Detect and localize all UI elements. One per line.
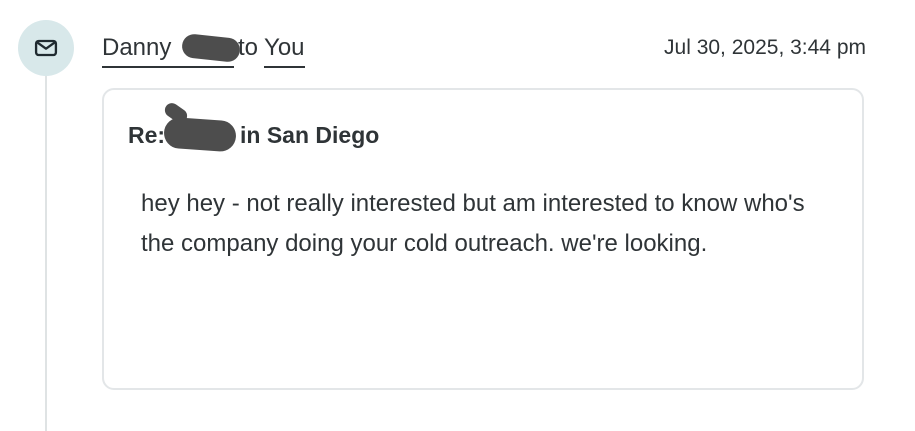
- recipient-link[interactable]: You: [264, 32, 305, 68]
- participants-line: Danny to You: [102, 32, 305, 68]
- email-header: Danny to You Jul 30, 2025, 3:44 pm: [102, 32, 866, 72]
- subject-suffix: in San Diego: [240, 122, 380, 148]
- email-timestamp: Jul 30, 2025, 3:44 pm: [664, 36, 866, 59]
- email-body: hey hey - not really interested but am i…: [141, 190, 805, 257]
- to-label: to: [238, 34, 259, 61]
- email-message-card: Re: in San Diego hey hey - not really int…: [102, 88, 864, 390]
- email-activity-page: Danny to You Jul 30, 2025, 3:44 pm Re: in…: [0, 0, 915, 431]
- event-icon-circle: [18, 20, 74, 76]
- mail-icon: [32, 34, 60, 62]
- timeline-line: [45, 70, 47, 431]
- subject-redaction: [163, 116, 237, 153]
